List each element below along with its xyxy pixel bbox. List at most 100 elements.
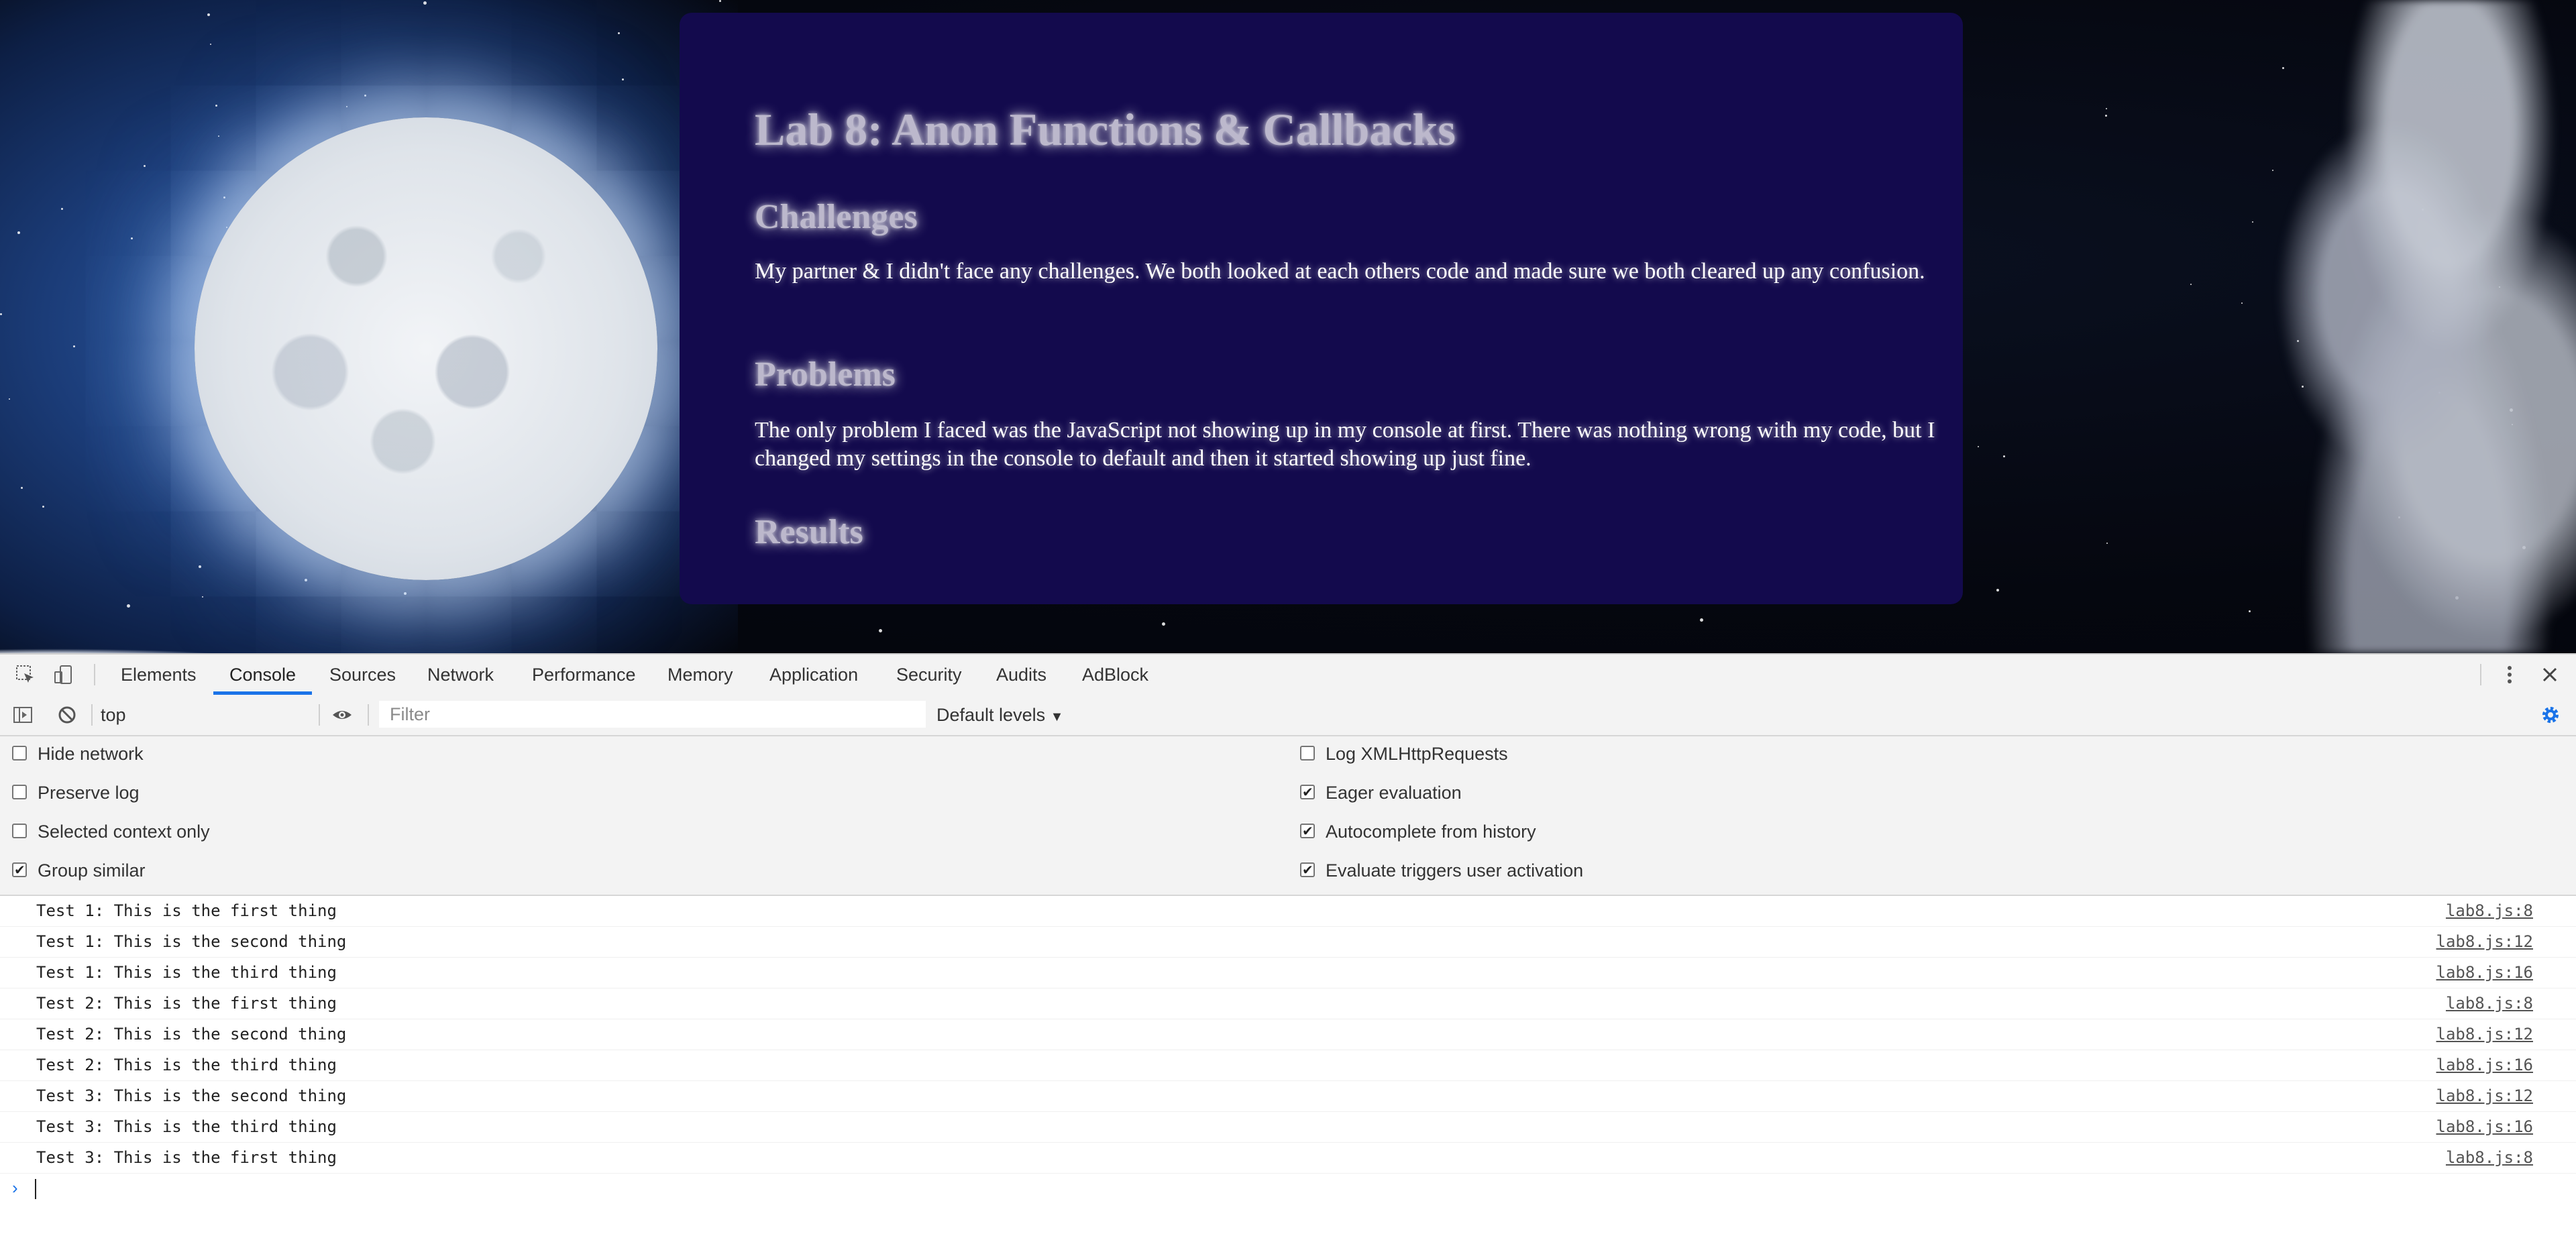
toolbar-divider (319, 704, 320, 726)
section-text-problems: The only problem I faced was the JavaScr… (755, 418, 1935, 471)
console-message: Test 1: This is the first thing lab8.js:8 (0, 896, 2576, 927)
checkbox-checked[interactable] (1300, 818, 1315, 845)
star (226, 227, 227, 228)
tab-performance[interactable]: Performance (532, 655, 636, 695)
tab-audits[interactable]: Audits (996, 655, 1046, 695)
clouds-bottom-image (0, 604, 1073, 653)
console-message: Test 3: This is the third thing lab8.js:1… (0, 1112, 2576, 1143)
star (1978, 446, 1979, 447)
console-message: Test 2: This is the second thing lab8.js:… (0, 1019, 2576, 1050)
toolbar-divider (368, 704, 369, 726)
checkbox[interactable] (12, 746, 27, 761)
more-vert-icon[interactable] (2499, 664, 2520, 685)
devtools-tabbar: Elements Console Sources Network Perform… (0, 655, 2576, 696)
console-message: Test 3: This is the first thing lab8.js:8 (0, 1143, 2576, 1174)
source-link[interactable]: lab8.js:16 (2436, 958, 2534, 988)
tab-security[interactable]: Security (896, 655, 962, 695)
toolbar-divider (91, 704, 93, 726)
star (305, 579, 307, 581)
star (215, 105, 217, 107)
tab-console[interactable]: Console (213, 655, 313, 695)
chevron-down-icon: ▼ (1050, 710, 1064, 724)
tab-network[interactable]: Network (427, 655, 494, 695)
setting-label: Selected context only (38, 822, 210, 842)
gear-icon[interactable] (2540, 704, 2561, 726)
filter-input[interactable] (379, 701, 926, 728)
console-message: Test 1: This is the third thing lab8.js:1… (0, 958, 2576, 989)
setting-label: Group similar (38, 860, 146, 881)
star (719, 0, 721, 2)
source-link[interactable]: lab8.js:8 (2446, 896, 2533, 926)
text-cursor (35, 1179, 36, 1199)
log-levels-dropdown[interactable]: Default levels ▼ (936, 701, 1063, 728)
context-selector[interactable]: top ▼ (101, 701, 404, 728)
star (2106, 108, 2107, 109)
star (210, 44, 211, 45)
checkbox-checked[interactable] (1300, 857, 1315, 884)
tab-sources[interactable]: Sources (329, 655, 396, 695)
checkbox-checked[interactable] (12, 857, 27, 884)
star (207, 13, 210, 16)
source-link[interactable]: lab8.js:12 (2436, 1081, 2534, 1111)
tab-elements[interactable]: Elements (121, 655, 197, 695)
console-settings-pane: Hide network Preserve log Selected conte… (0, 736, 2576, 896)
setting-label: Evaluate triggers user activation (1326, 860, 1584, 881)
prompt-chevron-icon: › (12, 1178, 18, 1198)
section-heading-problems: Problems (755, 355, 896, 394)
console-message-text: Test 3: This is the second thing (36, 1086, 347, 1105)
section-heading-challenges: Challenges (755, 198, 918, 236)
checkbox[interactable] (1300, 746, 1315, 761)
console-message: Test 3: This is the second thing lab8.js:… (0, 1081, 2576, 1112)
checkbox[interactable] (12, 785, 27, 799)
star (1700, 618, 1703, 622)
source-link[interactable]: lab8.js:16 (2436, 1050, 2534, 1080)
star (0, 313, 2, 315)
setting-label: Preserve log (38, 783, 140, 803)
clouds-image (2200, 0, 2576, 653)
tab-memory[interactable]: Memory (667, 655, 733, 695)
console-message-text: Test 3: This is the first thing (36, 1148, 337, 1167)
star (73, 345, 75, 347)
close-icon[interactable] (2539, 664, 2561, 685)
source-link[interactable]: lab8.js:8 (2446, 989, 2533, 1019)
setting-label: Log XMLHttpRequests (1326, 744, 1508, 764)
toolbar-divider (2480, 664, 2481, 685)
star (218, 135, 219, 137)
live-expression-icon[interactable] (331, 704, 353, 726)
console-prompt[interactable]: › (0, 1174, 2576, 1203)
inspect-element-icon[interactable] (15, 664, 36, 685)
star (1162, 622, 1165, 626)
star (423, 1, 427, 5)
console-message: Test 1: This is the second thing lab8.js:… (0, 927, 2576, 958)
console-toolbar: top ▼ Default levels ▼ (0, 695, 2576, 736)
star (61, 208, 63, 210)
source-link[interactable]: lab8.js:12 (2436, 1019, 2534, 1050)
star (622, 78, 624, 80)
source-link[interactable]: lab8.js:8 (2446, 1143, 2533, 1173)
source-link[interactable]: lab8.js:12 (2436, 927, 2534, 957)
tab-adblock[interactable]: AdBlock (1082, 655, 1148, 695)
star (223, 196, 225, 199)
clear-console-icon[interactable] (56, 704, 78, 726)
page-viewport: Lab 8: Anon Functions & Callbacks Challe… (0, 0, 2576, 653)
star (364, 95, 366, 97)
checkbox-checked[interactable] (1300, 779, 1315, 806)
star (202, 596, 203, 598)
star (21, 487, 23, 489)
moon-image (195, 117, 657, 580)
star (2105, 115, 2107, 117)
console-message: Test 2: This is the third thing lab8.js:1… (0, 1050, 2576, 1081)
show-sidebar-icon[interactable] (12, 704, 34, 726)
star (1996, 589, 1999, 592)
source-link[interactable]: lab8.js:16 (2436, 1112, 2534, 1142)
console-message-text: Test 2: This is the second thing (36, 1025, 347, 1044)
log-levels-label: Default levels (936, 705, 1046, 725)
device-toolbar-icon[interactable] (52, 664, 74, 685)
tab-application[interactable]: Application (769, 655, 858, 695)
toolbar-divider (94, 664, 95, 685)
star (2190, 284, 2192, 285)
star (618, 32, 620, 34)
star (404, 592, 407, 595)
checkbox[interactable] (12, 824, 27, 838)
star (2106, 543, 2108, 544)
